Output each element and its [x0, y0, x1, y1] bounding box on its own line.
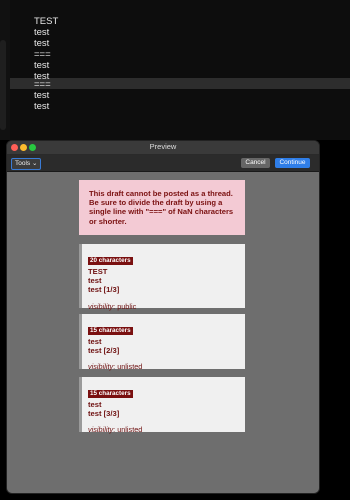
editor-background: TEST test test === test test === test te…	[0, 0, 350, 140]
window-titlebar[interactable]: Preview	[7, 141, 319, 155]
preview-window: Preview Tools ⌄ Cancel Continue This dra…	[6, 140, 320, 494]
visibility-label: visibility	[88, 362, 114, 372]
editor-line[interactable]: test	[34, 38, 49, 49]
visibility-info: visibility: unlisted	[88, 362, 239, 371]
visibility-label: visibility	[88, 425, 114, 435]
visibility-info: visibility: public	[88, 302, 239, 311]
character-count-badge: 15 characters	[88, 390, 133, 398]
editor-line[interactable]: test	[34, 60, 49, 71]
character-count-badge: 20 characters	[88, 257, 133, 265]
visibility-info: visibility: unlisted	[88, 425, 239, 434]
preview-toolbar: Tools ⌄ Cancel Continue	[7, 155, 319, 172]
post-line: test	[88, 337, 102, 346]
continue-button[interactable]: Continue	[275, 158, 310, 168]
post-line: test [3/3]	[88, 409, 120, 419]
editor-line[interactable]: ===	[34, 79, 51, 90]
thread-post-card: 20 characters TEST test test [1/3] visib…	[79, 244, 245, 311]
visibility-value: : public	[113, 301, 137, 311]
cancel-button[interactable]: Cancel	[241, 158, 270, 168]
post-line: test [1/3]	[88, 285, 120, 295]
thread-post-card: 15 characters test test [2/3] visibility…	[79, 314, 245, 371]
editor-scrollbar[interactable]	[0, 40, 6, 130]
window-title: Preview	[149, 142, 177, 151]
editor-line[interactable]: test	[34, 101, 49, 112]
visibility-value: : unlisted	[113, 425, 143, 435]
editor-line[interactable]: test	[34, 27, 49, 38]
editor-line[interactable]: TEST	[34, 16, 58, 27]
tools-dropdown-label: Tools	[15, 160, 31, 167]
post-line: test [2/3]	[88, 346, 120, 356]
editor-line[interactable]: ===	[34, 49, 51, 60]
post-line: TEST	[88, 267, 108, 276]
visibility-value: : unlisted	[113, 362, 143, 372]
character-count-badge: 15 characters	[88, 327, 133, 335]
preview-content: This draft cannot be posted as a thread.…	[7, 172, 319, 493]
post-line: test	[88, 400, 102, 409]
current-line-highlight	[10, 78, 350, 89]
editor-line[interactable]: test	[34, 90, 49, 101]
tools-dropdown[interactable]: Tools ⌄	[11, 158, 42, 170]
post-line: test	[88, 276, 102, 286]
chevron-down-icon: ⌄	[32, 160, 38, 167]
warning-message: This draft cannot be posted as a thread.…	[79, 180, 245, 235]
visibility-label: visibility	[88, 301, 114, 311]
thread-post-card: 15 characters test test [3/3] visibility…	[79, 377, 245, 434]
